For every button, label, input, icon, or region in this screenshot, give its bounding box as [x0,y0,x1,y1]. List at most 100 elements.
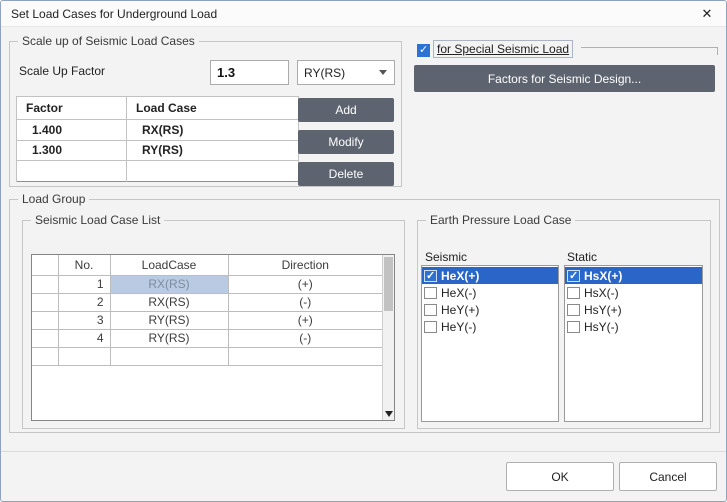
decorative-bracket-line [581,47,718,55]
scroll-down-arrow-icon[interactable] [385,411,393,417]
seismic-earth-listbox: HeX(+) HeX(-) HeY(+) HeY(-) [421,265,559,422]
load-group-title: Load Group [18,192,90,206]
cell-no[interactable]: 4 [57,328,111,348]
cell-empty [16,160,127,182]
column-header-direction: Direction [227,255,383,276]
cell-direction[interactable]: (+) [227,274,383,294]
cell-factor[interactable]: 1.400 [16,118,127,141]
table-row-empty [16,160,299,182]
list-item[interactable]: HeY(-) [422,318,558,335]
cell-empty[interactable] [57,346,111,366]
seismic-list-group-title: Seismic Load Case List [31,213,165,227]
column-header-factor: Factor [16,96,127,120]
checkbox-icon[interactable] [424,286,437,299]
checkbox-icon[interactable] [567,320,580,333]
delete-button[interactable]: Delete [298,162,394,186]
list-item[interactable]: HsX(+) [565,267,702,284]
seismic-column-label: Seismic [425,250,468,264]
footer-separator [1,451,726,452]
cell-load-case[interactable]: RY(RS) [126,139,299,162]
cell-row-selector[interactable] [32,274,59,294]
set-load-cases-dialog: Set Load Cases for Underground Load ✕ Sc… [0,0,727,502]
checkbox-icon[interactable] [567,269,580,283]
list-item[interactable]: HsX(-) [565,284,702,301]
cell-no[interactable]: 1 [57,274,111,294]
special-seismic-checkbox[interactable] [417,44,430,57]
column-header-blank [32,255,59,276]
close-icon[interactable]: ✕ [688,1,726,27]
earth-pressure-groupbox: Earth Pressure Load Case Seismic Static … [417,213,711,429]
scrollbar-thumb[interactable] [384,257,393,311]
cell-loadcase[interactable]: RY(RS) [109,310,229,330]
cell-loadcase[interactable]: RX(RS) [109,274,229,294]
list-item[interactable]: HsY(-) [565,318,702,335]
seismic-load-case-grid: No. LoadCase Direction 1 RX(RS) (+) 2 RX… [31,254,395,421]
cell-no[interactable]: 3 [57,310,111,330]
seismic-load-case-table: No. LoadCase Direction 1 RX(RS) (+) 2 RX… [32,255,383,366]
cell-direction[interactable]: (-) [227,328,383,348]
cell-empty[interactable] [109,346,229,366]
cell-loadcase[interactable]: RX(RS) [109,292,229,312]
list-item-label: HsX(+) [584,268,623,283]
cell-direction[interactable]: (+) [227,310,383,330]
table-row[interactable]: 2 RX(RS) (-) [32,292,383,312]
list-item[interactable]: HeY(+) [422,301,558,318]
cell-row-selector[interactable] [32,310,59,330]
checkbox-icon[interactable] [424,303,437,316]
cell-loadcase[interactable]: RY(RS) [109,328,229,348]
list-item-label: HeX(-) [441,285,477,300]
checkbox-icon[interactable] [424,269,437,283]
dropdown-selected-value: RY(RS) [304,65,346,80]
static-column-label: Static [567,250,598,264]
column-header-loadcase: LoadCase [109,255,229,276]
titlebar[interactable]: Set Load Cases for Underground Load ✕ [1,1,726,27]
list-item[interactable]: HeX(+) [422,267,558,284]
scale-up-group-title: Scale up of Seismic Load Cases [18,34,199,48]
grid-header-row: No. LoadCase Direction [32,255,383,276]
cell-empty[interactable] [32,346,59,366]
special-seismic-label: for Special Seismic Load [433,40,574,58]
chevron-down-icon [379,70,387,75]
list-item-label: HeY(+) [441,302,480,317]
cell-empty[interactable] [227,346,383,366]
earth-pressure-group-title: Earth Pressure Load Case [426,213,576,227]
table-row[interactable]: 1 RX(RS) (+) [32,274,383,294]
cell-row-selector[interactable] [32,328,59,348]
vertical-scrollbar[interactable] [382,255,394,420]
cancel-button[interactable]: Cancel [619,462,717,491]
table-row[interactable]: 1.300 RY(RS) [16,139,299,162]
modify-button[interactable]: Modify [298,130,394,154]
seismic-load-case-list-groupbox: Seismic Load Case List No. LoadCase Dire… [22,213,405,429]
table-row-empty[interactable] [32,346,383,366]
table-row[interactable]: 4 RY(RS) (-) [32,328,383,348]
cell-row-selector[interactable] [32,292,59,312]
static-earth-listbox: HsX(+) HsX(-) HsY(+) HsY(-) [564,265,703,422]
load-case-dropdown[interactable]: RY(RS) [297,60,395,85]
dialog-title: Set Load Cases for Underground Load [11,6,218,21]
cell-no[interactable]: 2 [57,292,111,312]
table-row[interactable]: 3 RY(RS) (+) [32,310,383,330]
list-item[interactable]: HeX(-) [422,284,558,301]
checkbox-icon[interactable] [567,286,580,299]
cell-direction[interactable]: (-) [227,292,383,312]
scale-factor-input[interactable] [210,60,289,85]
ok-button[interactable]: OK [506,462,614,491]
list-item-label: HsY(-) [584,319,619,334]
column-header-no: No. [57,255,111,276]
add-button[interactable]: Add [298,98,394,122]
list-item-label: HeY(-) [441,319,477,334]
table-row[interactable]: 1.400 RX(RS) [16,118,299,141]
cell-factor[interactable]: 1.300 [16,139,127,162]
list-item[interactable]: HsY(+) [565,301,702,318]
list-item-label: HsY(+) [584,302,622,317]
scale-up-factor-label: Scale Up Factor [19,64,106,78]
scale-up-groupbox: Scale up of Seismic Load Cases Scale Up … [9,34,402,187]
checkbox-icon[interactable] [424,320,437,333]
list-item-label: HeX(+) [441,268,480,283]
list-item-label: HsX(-) [584,285,619,300]
cell-load-case[interactable]: RX(RS) [126,118,299,141]
factors-for-seismic-design-button[interactable]: Factors for Seismic Design... [414,65,715,92]
cell-empty [126,160,299,182]
checkbox-icon[interactable] [567,303,580,316]
factor-table: Factor Load Case 1.400 RX(RS) 1.300 RY(R… [16,96,299,182]
